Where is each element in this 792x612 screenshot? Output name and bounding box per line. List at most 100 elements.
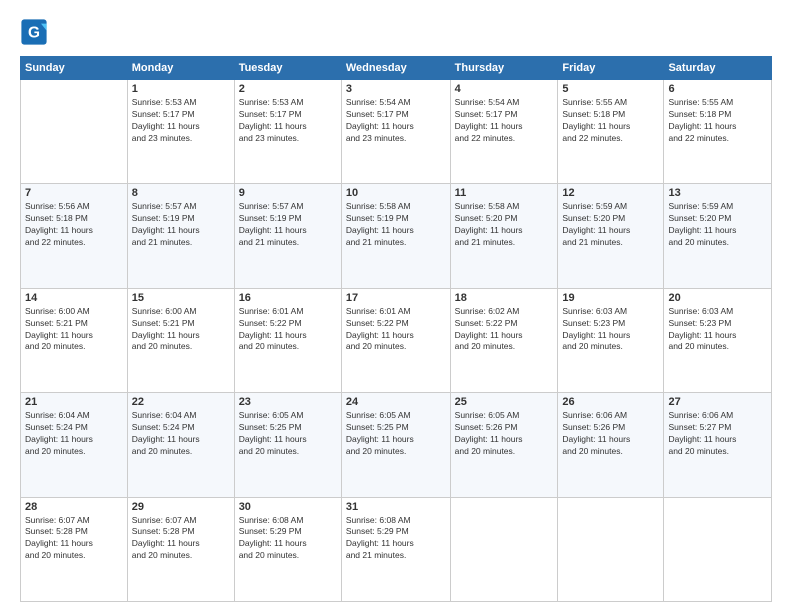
calendar-week-row: 28Sunrise: 6:07 AM Sunset: 5:28 PM Dayli… — [21, 497, 772, 601]
calendar-cell: 16 Sunrise: 6:01 AM Sunset: 5:22 PM Dayli… — [234, 288, 341, 392]
day-number: 22 — [132, 396, 230, 408]
calendar-cell: 1 Sunrise: 5:53 AM Sunset: 5:17 PM Daylig… — [127, 80, 234, 184]
calendar-cell: 28Sunrise: 6:07 AM Sunset: 5:28 PM Dayli… — [21, 497, 128, 601]
calendar-cell: 13 Sunrise: 5:59 AM Sunset: 5:20 PM Dayli… — [664, 184, 772, 288]
cell-info: Sunrise: 6:05 AM Sunset: 5:25 PM Dayligh… — [239, 410, 337, 458]
day-number: 7 — [25, 187, 123, 199]
cell-info: Sunrise: 5:56 AM Sunset: 5:18 PM Dayligh… — [25, 201, 123, 249]
calendar-cell: 9 Sunrise: 5:57 AM Sunset: 5:19 PM Daylig… — [234, 184, 341, 288]
calendar-cell: 15Sunrise: 6:00 AM Sunset: 5:21 PM Dayli… — [127, 288, 234, 392]
day-number: 5 — [562, 83, 659, 95]
calendar-cell: 7 Sunrise: 5:56 AM Sunset: 5:18 PM Daylig… — [21, 184, 128, 288]
cell-info: Sunrise: 5:53 AM Sunset: 5:17 PM Dayligh… — [132, 97, 230, 145]
cell-info: Sunrise: 6:01 AM Sunset: 5:22 PM Dayligh… — [346, 306, 446, 354]
day-number: 16 — [239, 292, 337, 304]
day-number: 19 — [562, 292, 659, 304]
weekday-header: Thursday — [450, 57, 558, 80]
day-number: 1 — [132, 83, 230, 95]
day-number: 8 — [132, 187, 230, 199]
calendar-cell: 21Sunrise: 6:04 AM Sunset: 5:24 PM Dayli… — [21, 393, 128, 497]
logo-icon: G — [20, 18, 48, 46]
day-number: 2 — [239, 83, 337, 95]
cell-info: Sunrise: 6:04 AM Sunset: 5:24 PM Dayligh… — [25, 410, 123, 458]
day-number: 31 — [346, 501, 446, 513]
cell-info: Sunrise: 6:07 AM Sunset: 5:28 PM Dayligh… — [25, 515, 123, 563]
day-number: 11 — [455, 187, 554, 199]
cell-info: Sunrise: 5:59 AM Sunset: 5:20 PM Dayligh… — [562, 201, 659, 249]
logo: G — [20, 18, 52, 46]
calendar-cell: 4 Sunrise: 5:54 AM Sunset: 5:17 PM Daylig… — [450, 80, 558, 184]
day-number: 30 — [239, 501, 337, 513]
cell-info: Sunrise: 5:54 AM Sunset: 5:17 PM Dayligh… — [455, 97, 554, 145]
day-number: 27 — [668, 396, 767, 408]
calendar-cell: 6 Sunrise: 5:55 AM Sunset: 5:18 PM Daylig… — [664, 80, 772, 184]
day-number: 13 — [668, 187, 767, 199]
calendar-week-row: 7 Sunrise: 5:56 AM Sunset: 5:18 PM Daylig… — [21, 184, 772, 288]
calendar-cell: 20 Sunrise: 6:03 AM Sunset: 5:23 PM Dayli… — [664, 288, 772, 392]
calendar-cell: 24 Sunrise: 6:05 AM Sunset: 5:25 PM Dayli… — [341, 393, 450, 497]
day-number: 4 — [455, 83, 554, 95]
calendar-body: 1 Sunrise: 5:53 AM Sunset: 5:17 PM Daylig… — [21, 80, 772, 602]
calendar-cell: 8 Sunrise: 5:57 AM Sunset: 5:19 PM Daylig… — [127, 184, 234, 288]
cell-info: Sunrise: 5:55 AM Sunset: 5:18 PM Dayligh… — [668, 97, 767, 145]
cell-info: Sunrise: 5:59 AM Sunset: 5:20 PM Dayligh… — [668, 201, 767, 249]
weekday-header: Friday — [558, 57, 664, 80]
day-number: 12 — [562, 187, 659, 199]
calendar-cell: 14 Sunrise: 6:00 AM Sunset: 5:21 PM Dayli… — [21, 288, 128, 392]
calendar-cell — [664, 497, 772, 601]
calendar-header: SundayMondayTuesdayWednesdayThursdayFrid… — [21, 57, 772, 80]
cell-info: Sunrise: 6:03 AM Sunset: 5:23 PM Dayligh… — [668, 306, 767, 354]
cell-info: Sunrise: 5:58 AM Sunset: 5:20 PM Dayligh… — [455, 201, 554, 249]
day-number: 14 — [25, 292, 123, 304]
cell-info: Sunrise: 6:05 AM Sunset: 5:26 PM Dayligh… — [455, 410, 554, 458]
cell-info: Sunrise: 6:02 AM Sunset: 5:22 PM Dayligh… — [455, 306, 554, 354]
cell-info: Sunrise: 5:58 AM Sunset: 5:19 PM Dayligh… — [346, 201, 446, 249]
cell-info: Sunrise: 6:01 AM Sunset: 5:22 PM Dayligh… — [239, 306, 337, 354]
cell-info: Sunrise: 6:06 AM Sunset: 5:26 PM Dayligh… — [562, 410, 659, 458]
day-number: 25 — [455, 396, 554, 408]
calendar-cell: 25 Sunrise: 6:05 AM Sunset: 5:26 PM Dayli… — [450, 393, 558, 497]
cell-info: Sunrise: 6:03 AM Sunset: 5:23 PM Dayligh… — [562, 306, 659, 354]
weekday-header: Tuesday — [234, 57, 341, 80]
calendar-cell: 11 Sunrise: 5:58 AM Sunset: 5:20 PM Dayli… — [450, 184, 558, 288]
cell-info: Sunrise: 5:54 AM Sunset: 5:17 PM Dayligh… — [346, 97, 446, 145]
weekday-header: Saturday — [664, 57, 772, 80]
day-number: 26 — [562, 396, 659, 408]
calendar-cell: 27Sunrise: 6:06 AM Sunset: 5:27 PM Dayli… — [664, 393, 772, 497]
cell-info: Sunrise: 6:07 AM Sunset: 5:28 PM Dayligh… — [132, 515, 230, 563]
day-number: 23 — [239, 396, 337, 408]
calendar-week-row: 1 Sunrise: 5:53 AM Sunset: 5:17 PM Daylig… — [21, 80, 772, 184]
day-number: 29 — [132, 501, 230, 513]
calendar-cell: 3 Sunrise: 5:54 AM Sunset: 5:17 PM Daylig… — [341, 80, 450, 184]
day-number: 24 — [346, 396, 446, 408]
day-number: 3 — [346, 83, 446, 95]
day-number: 15 — [132, 292, 230, 304]
calendar-cell: 31 Sunrise: 6:08 AM Sunset: 5:29 PM Dayli… — [341, 497, 450, 601]
cell-info: Sunrise: 6:00 AM Sunset: 5:21 PM Dayligh… — [25, 306, 123, 354]
calendar-week-row: 14 Sunrise: 6:00 AM Sunset: 5:21 PM Dayli… — [21, 288, 772, 392]
calendar-cell: 30Sunrise: 6:08 AM Sunset: 5:29 PM Dayli… — [234, 497, 341, 601]
day-number: 20 — [668, 292, 767, 304]
calendar-cell: 26 Sunrise: 6:06 AM Sunset: 5:26 PM Dayli… — [558, 393, 664, 497]
cell-info: Sunrise: 5:53 AM Sunset: 5:17 PM Dayligh… — [239, 97, 337, 145]
cell-info: Sunrise: 6:05 AM Sunset: 5:25 PM Dayligh… — [346, 410, 446, 458]
day-number: 6 — [668, 83, 767, 95]
weekday-header: Monday — [127, 57, 234, 80]
calendar-cell: 10Sunrise: 5:58 AM Sunset: 5:19 PM Dayli… — [341, 184, 450, 288]
weekday-header: Wednesday — [341, 57, 450, 80]
calendar-cell: 23 Sunrise: 6:05 AM Sunset: 5:25 PM Dayli… — [234, 393, 341, 497]
day-number: 9 — [239, 187, 337, 199]
cell-info: Sunrise: 6:08 AM Sunset: 5:29 PM Dayligh… — [346, 515, 446, 563]
header: G — [20, 18, 772, 46]
cell-info: Sunrise: 5:57 AM Sunset: 5:19 PM Dayligh… — [239, 201, 337, 249]
day-number: 17 — [346, 292, 446, 304]
calendar-cell: 19 Sunrise: 6:03 AM Sunset: 5:23 PM Dayli… — [558, 288, 664, 392]
calendar-cell — [21, 80, 128, 184]
calendar-cell: 12 Sunrise: 5:59 AM Sunset: 5:20 PM Dayli… — [558, 184, 664, 288]
cell-info: Sunrise: 5:57 AM Sunset: 5:19 PM Dayligh… — [132, 201, 230, 249]
calendar-cell: 5Sunrise: 5:55 AM Sunset: 5:18 PM Daylig… — [558, 80, 664, 184]
calendar-cell: 2 Sunrise: 5:53 AM Sunset: 5:17 PM Daylig… — [234, 80, 341, 184]
calendar-week-row: 21Sunrise: 6:04 AM Sunset: 5:24 PM Dayli… — [21, 393, 772, 497]
calendar-cell — [558, 497, 664, 601]
day-number: 18 — [455, 292, 554, 304]
